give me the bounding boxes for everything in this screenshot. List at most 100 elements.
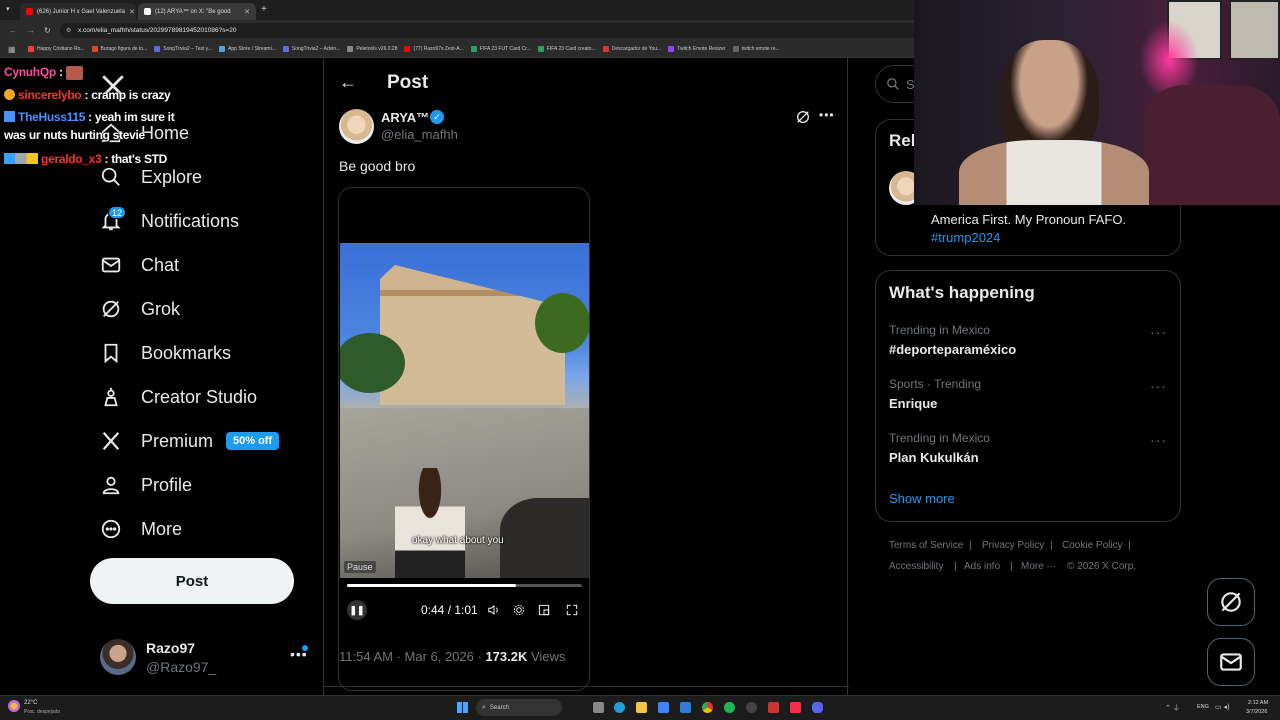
trend-more-icon[interactable]: ··· — [1150, 324, 1167, 340]
tab-title: (626) Junior H x Gael Valenzuela — [37, 8, 125, 15]
discord-icon[interactable] — [812, 702, 823, 713]
trend-item[interactable]: Trending in Mexico Plan Kukulkán — [889, 431, 990, 465]
mail-app-icon[interactable] — [680, 702, 691, 713]
chat-line: was ur nuts hurting stevie — [4, 128, 145, 142]
back-arrow-icon[interactable]: ← — [339, 72, 357, 93]
author-avatar[interactable] — [339, 109, 374, 144]
app-icon[interactable] — [768, 702, 779, 713]
footer-ads-link[interactable]: Ads info — [964, 561, 1000, 572]
fullscreen-icon[interactable] — [565, 603, 579, 617]
video-frame: okay what about you Pause — [340, 243, 589, 578]
post-more-icon[interactable]: ••• — [819, 108, 835, 122]
network-volume-icons[interactable]: ▭ ◂) — [1215, 703, 1229, 711]
system-tray-icons[interactable]: ⌃ ⏚ — [1165, 703, 1180, 713]
nav-chat[interactable]: Chat — [100, 254, 179, 276]
trend-more-icon[interactable]: ··· — [1150, 378, 1167, 394]
more-circle-icon — [101, 519, 121, 539]
post-button[interactable]: Post — [90, 558, 294, 604]
music-app-icon[interactable] — [790, 702, 801, 713]
close-tab-icon[interactable]: ✕ — [244, 8, 250, 16]
footer-privacy-link[interactable]: Privacy Policy — [982, 540, 1044, 551]
weather-icon[interactable] — [8, 700, 20, 712]
grok-floating-button[interactable] — [1207, 578, 1255, 626]
trend-item[interactable]: Sports · Trending Enrique — [889, 377, 981, 411]
bookmark[interactable]: App Store / Streami... — [219, 46, 276, 52]
bookmark[interactable]: twitch emote re... — [732, 46, 780, 52]
badges-icon — [4, 153, 38, 164]
hashtag-link[interactable]: #trump2024 — [931, 230, 1000, 245]
language-indicator[interactable]: ENG — [1197, 704, 1209, 710]
calendar-icon[interactable] — [658, 702, 669, 713]
pause-button[interactable]: ❚❚ — [347, 600, 367, 620]
footer-more-link[interactable]: More ··· — [1021, 561, 1057, 572]
nav-explore[interactable]: Explore — [100, 166, 202, 188]
bookmark[interactable]: SongTrivia2 – Advin... — [282, 46, 340, 52]
bookmark-favicon-icon — [668, 46, 675, 52]
bookmark[interactable]: Happy Cristiano Ro... — [28, 46, 85, 52]
bookmark[interactable]: SongTrivia2 – Test y... — [154, 46, 212, 52]
nav-creator-studio[interactable]: Creator Studio — [100, 386, 257, 408]
messages-floating-button[interactable] — [1207, 638, 1255, 686]
nav-bookmarks[interactable]: Bookmarks — [100, 342, 231, 364]
card-title: Rel — [889, 131, 916, 150]
video-player[interactable]: okay what about you Pause ❚❚ 0:44 / 1:01 — [338, 187, 590, 691]
chat-text: yeah im sure it — [94, 110, 175, 124]
pause-tooltip: Pause — [344, 561, 376, 573]
person-icon — [102, 476, 120, 495]
browser-tab-1[interactable]: (626) Junior H x Gael Valenzuela ✕ — [20, 3, 136, 20]
apps-grid-icon[interactable]: ▦ — [8, 45, 16, 54]
edge-icon[interactable] — [614, 702, 625, 713]
bookmark[interactable]: Burago figura de to... — [91, 46, 147, 52]
bookmark[interactable]: Descargador de You... — [602, 46, 661, 52]
account-switcher[interactable]: Razo97 @Razo97_ ••• — [92, 632, 316, 684]
footer-accessibility-link[interactable]: Accessibility — [889, 561, 943, 572]
nav-label: Bookmarks — [141, 342, 232, 363]
grok-icon — [1221, 592, 1241, 612]
video-progress-track[interactable] — [347, 584, 582, 587]
file-explorer-icon[interactable] — [636, 702, 647, 713]
obs-icon[interactable] — [746, 702, 757, 713]
nav-premium[interactable]: Premium — [100, 430, 213, 452]
spotify-icon[interactable] — [724, 702, 735, 713]
browser-tab-2-active[interactable]: (12) ARYA™ on X: "Be good ✕ — [138, 3, 256, 20]
taskbar-search-box[interactable]: ⌕ Search — [476, 699, 562, 716]
clock-time[interactable]: 2:12 AM — [1248, 700, 1268, 706]
grok-icon[interactable] — [795, 109, 811, 125]
trend-item[interactable]: Trending in Mexico #deporteparaméxico — [889, 323, 1016, 357]
bookmark[interactable]: Twitch Emote Resizer — [668, 46, 726, 52]
chat-user: geraldo_x3 — [41, 152, 102, 166]
footer-terms-link[interactable]: Terms of Service — [889, 540, 963, 551]
bookmark[interactable]: FIFA 23 Card creato... — [537, 46, 596, 52]
author-handle[interactable]: @elia_mafhh — [381, 127, 458, 142]
trend-more-icon[interactable]: ··· — [1150, 432, 1167, 448]
nav-profile[interactable]: Profile — [100, 474, 192, 496]
picture-in-picture-icon[interactable] — [537, 603, 551, 617]
chat-line: geraldo_x3 : that's STD — [4, 152, 167, 166]
site-info-icon[interactable]: ⚙ — [66, 27, 71, 34]
task-view-icon[interactable] — [593, 702, 604, 713]
windows-start-icon[interactable] — [457, 702, 468, 713]
close-tab-icon[interactable]: ✕ — [129, 8, 135, 16]
bookmark[interactable]: FIFA 23 FUT Card Cr... — [470, 46, 531, 52]
tab-menu-icon[interactable]: ▾ — [6, 5, 10, 13]
nav-grok[interactable]: Grok — [100, 298, 180, 320]
settings-gear-icon[interactable] — [512, 603, 526, 617]
tab-title: (12) ARYA™ on X: "Be good — [155, 8, 231, 15]
back-arrow-icon[interactable]: ← — [9, 26, 17, 35]
chrome-icon[interactable] — [702, 702, 713, 713]
volume-icon[interactable] — [487, 603, 501, 617]
new-tab-icon[interactable]: + — [261, 4, 267, 15]
footer-cookie-link[interactable]: Cookie Policy — [1062, 540, 1123, 551]
reload-icon[interactable]: ↻ — [44, 26, 51, 35]
author-name[interactable]: ARYA™ — [381, 110, 429, 125]
bookmark[interactable]: Peletools v26.0.28 — [347, 46, 397, 52]
forward-arrow-icon[interactable]: → — [27, 26, 35, 35]
bookmark-favicon-icon — [537, 46, 544, 52]
show-more-link[interactable]: Show more — [889, 491, 955, 506]
post-timestamp[interactable]: 11:54 AM · Mar 6, 2026 · — [339, 649, 485, 664]
youtube-favicon-icon — [26, 8, 33, 15]
bookmark[interactable]: (77) Razo97s Zest-A... — [404, 46, 464, 52]
clock-date[interactable]: 3/7/2026 — [1246, 709, 1267, 715]
post-text: Be good bro — [339, 158, 416, 174]
nav-more[interactable]: More — [100, 518, 182, 540]
